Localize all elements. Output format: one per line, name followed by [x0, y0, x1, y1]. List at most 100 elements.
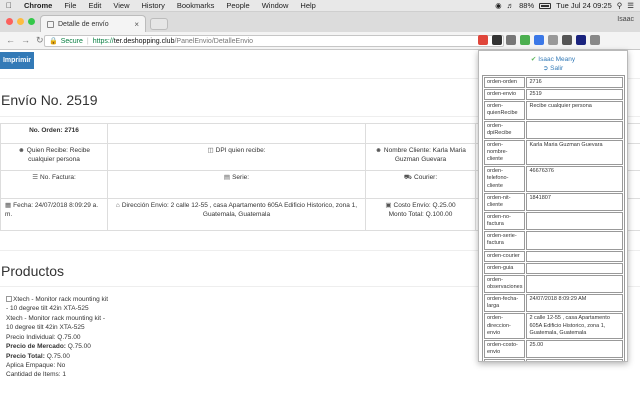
field-key: orden-courier — [484, 250, 526, 262]
check-circle-icon: ✔ — [530, 56, 537, 63]
field-value — [526, 250, 623, 262]
table-row: orden-observaciones — [484, 274, 623, 294]
user-icon: ☻ — [375, 147, 382, 154]
field-key: orden-monto- — [484, 359, 526, 361]
menu-bookmarks[interactable]: Bookmarks — [171, 1, 221, 10]
extension-red-icon[interactable] — [478, 35, 488, 45]
menu-app-name[interactable]: Chrome — [18, 1, 58, 10]
new-tab-button[interactable] — [150, 18, 168, 30]
field-value: 25.00 — [526, 339, 623, 359]
volume-icon[interactable]: ♬ — [507, 1, 515, 10]
products-heading: Productos — [1, 263, 65, 279]
page-favicon-icon — [47, 20, 54, 28]
browser-tabbar: Detalle de envío × Isaac — [0, 12, 640, 32]
table-row: orden-orden 2716 — [484, 77, 623, 89]
field-value — [526, 231, 623, 250]
field-key: orden-observaciones — [484, 274, 526, 294]
print-button[interactable]: Imprimir — [0, 52, 34, 69]
notification-center-icon[interactable]: ☰ — [627, 1, 634, 10]
table-row: orden-guia — [484, 262, 623, 274]
table-row: orden-nit-cliente 1841807 — [484, 192, 623, 211]
money-icon: ▣ — [385, 202, 392, 209]
field-value — [526, 120, 623, 139]
tab-close-icon[interactable]: × — [134, 20, 139, 29]
field-value — [526, 274, 623, 294]
extension-blue-icon[interactable] — [534, 35, 544, 45]
cost-cell: ▣ Costo Envío: Q.25.00 Monto Total: Q.100.… — [365, 198, 476, 231]
table-row: orden-costo-envio 25.00 — [484, 339, 623, 359]
menu-history[interactable]: History — [136, 1, 171, 10]
menu-view[interactable]: View — [107, 1, 135, 10]
table-row: orden-direccion-envio 2 calle 12-55 , cas… — [484, 313, 623, 339]
truck-icon: ⛟ — [403, 174, 413, 181]
table-row: orden-courier — [484, 250, 623, 262]
reload-icon[interactable]: ↻ — [36, 35, 44, 46]
extension-code-icon[interactable] — [548, 35, 558, 45]
menu-help[interactable]: Help — [294, 1, 321, 10]
table-row: orden-telefono-cliente 46676376 — [484, 166, 623, 192]
secure-label: Secure — [60, 37, 83, 45]
close-window-button[interactable] — [6, 18, 13, 25]
receiver-cell: ☻ Quien Recibe: Recibe cualquier persona — [0, 143, 108, 171]
series-cell: ▤ Serie: — [107, 170, 366, 199]
field-key: orden-fecha-larga — [484, 294, 526, 313]
chrome-menu-icon[interactable] — [590, 35, 600, 45]
field-value — [526, 262, 623, 274]
field-key: orden-direccion-envio — [484, 313, 526, 339]
field-key: orden-dpiRecibe — [484, 120, 526, 139]
wifi-icon[interactable]: ◉ — [495, 1, 502, 10]
battery-icon[interactable] — [539, 2, 552, 9]
page-title: Envío No. 2519 — [1, 92, 98, 108]
extension-frame-icon[interactable] — [562, 35, 572, 45]
table-row: orden-monto-100.00 — [484, 359, 623, 361]
forward-arrow-icon[interactable]: → — [21, 35, 30, 46]
menu-people[interactable]: People — [220, 1, 255, 10]
popup-user[interactable]: ✔ Isaac Meany — [479, 55, 627, 63]
extension-gray-icon[interactable] — [506, 35, 516, 45]
extension-dark-icon[interactable] — [492, 35, 502, 45]
url-host: ter.deshopping.club — [113, 37, 175, 45]
minimize-window-button[interactable] — [17, 18, 24, 25]
extension-active-icon[interactable] — [576, 35, 586, 45]
tab-title: Detalle de envío — [58, 20, 109, 28]
home-icon: ⌂ — [115, 202, 120, 209]
packing: Aplica Empaque: No — [6, 361, 66, 369]
table-row: orden-dpiRecibe — [484, 120, 623, 139]
total-amount: Monto Total: Q.100.00 — [388, 210, 453, 218]
order-number-cell: No. Orden: 2716 — [0, 123, 108, 144]
clock[interactable]: Tue Jul 24 09:25 — [556, 1, 612, 10]
url-scheme: https:// — [92, 37, 114, 45]
menu-file[interactable]: File — [58, 1, 82, 10]
field-value: 1841807 — [526, 192, 623, 211]
field-value: 2519 — [526, 89, 623, 101]
extension-popup: ✔ Isaac Meany ➲ Salir orden-orden 2716 orde… — [478, 50, 628, 362]
apple-menu-icon[interactable]:  — [0, 1, 18, 10]
field-value: 100.00 — [526, 359, 623, 361]
profile-name[interactable]: Isaac — [617, 16, 634, 23]
menu-window[interactable]: Window — [256, 1, 295, 10]
back-arrow-icon[interactable]: ← — [6, 35, 15, 46]
window-controls — [6, 18, 35, 25]
browser-toolbar: ← → ↻ 🔒 Secure | https:// ter.deshopping… — [0, 32, 640, 50]
table-row: orden-no-factura — [484, 211, 623, 231]
spotlight-search-icon[interactable]: ⚲ — [617, 1, 623, 10]
url-path: /PanelEnvio/DetalleEnvio — [174, 37, 254, 45]
menubar-status: ◉ ♬ 88% Tue Jul 24 09:25 ⚲ ☰ — [495, 1, 640, 10]
macos-menubar:  Chrome File Edit View History Bookmark… — [0, 0, 640, 12]
lock-icon[interactable]: 🔒 — [49, 37, 58, 45]
table-row: orden-nombre-cliente Karla Maria Guzman G… — [484, 139, 623, 166]
field-key: orden-nit-cliente — [484, 192, 526, 211]
table-row: orden-fecha-larga 24/07/2018 8:09:29 AM — [484, 294, 623, 313]
battery-percent[interactable]: 88% — [519, 1, 534, 10]
broken-image-icon — [6, 296, 12, 302]
dpi-cell: ◫ DPI quien recibe: — [107, 143, 366, 171]
menu-edit[interactable]: Edit — [82, 1, 107, 10]
list-icon: ☰ — [32, 174, 39, 181]
active-tab[interactable]: Detalle de envío × — [40, 15, 146, 32]
field-value: 24/07/2018 8:09:29 AM — [526, 294, 623, 313]
address-bar[interactable]: 🔒 Secure | https:// ter.deshopping.club … — [44, 35, 504, 47]
extension-green-icon[interactable] — [520, 35, 530, 45]
order-data-table: orden-orden 2716 orden-envio 2519 orden-quie… — [482, 75, 625, 361]
logout-link[interactable]: ➲ Salir — [479, 64, 627, 72]
maximize-window-button[interactable] — [28, 18, 35, 25]
